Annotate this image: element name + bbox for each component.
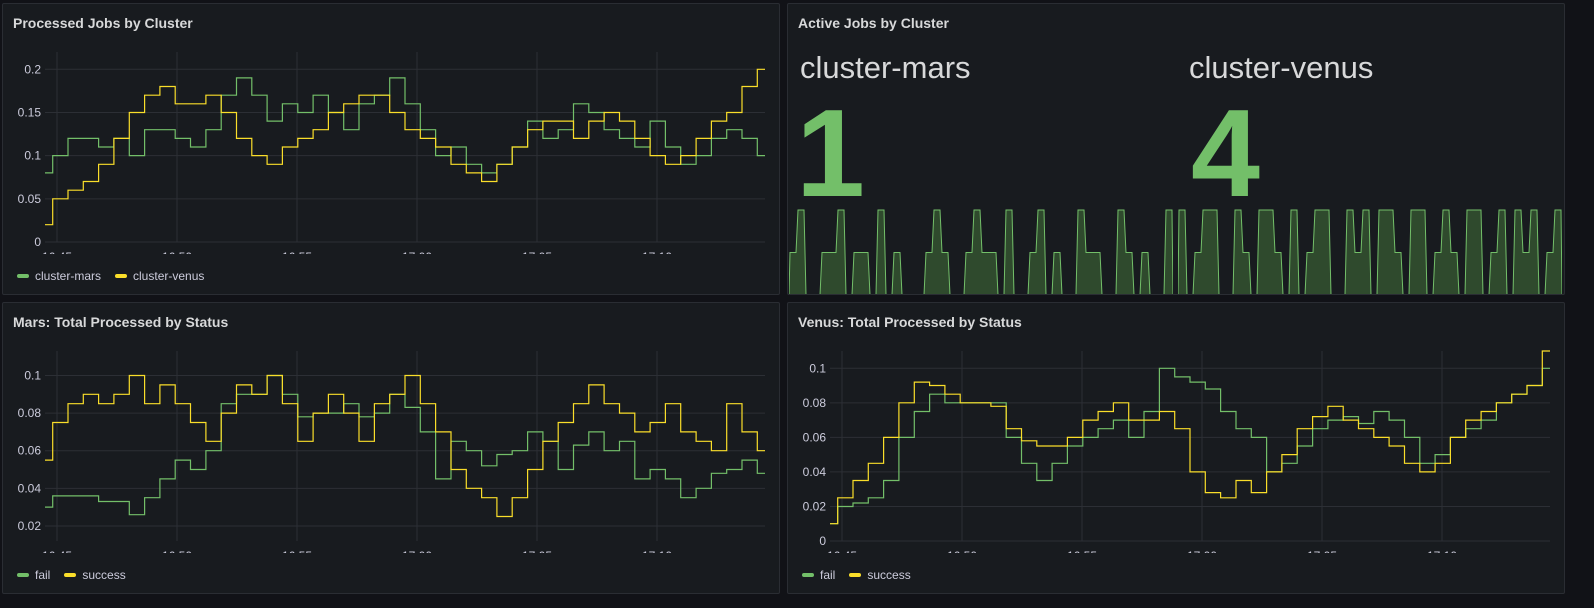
x-tick-label: 16:55 (282, 549, 312, 553)
stat-name-venus: cluster-venus (1189, 50, 1374, 85)
sparkline-area (1178, 209, 1562, 294)
legend-swatch-green (802, 573, 814, 577)
x-tick-label: 16:50 (947, 549, 977, 553)
panel-active-jobs: Active Jobs by Cluster cluster-mars 1 cl… (787, 3, 1565, 295)
y-tick-label: 0.1 (24, 149, 41, 163)
legend-label: cluster-mars (35, 269, 102, 283)
x-tick-label: 17:10 (642, 250, 672, 254)
x-tick-label: 16:50 (162, 549, 192, 553)
x-tick-label: 17:10 (642, 549, 672, 553)
panel-processed-jobs: Processed Jobs by Cluster 0 0.05 0.1 0.15 0.… (2, 3, 780, 295)
legend: cluster-mars cluster-venus (17, 269, 204, 283)
x-tick-label: 16:45 (42, 549, 72, 553)
y-tick-label: 0.02 (803, 499, 827, 513)
legend-item-success[interactable]: success (64, 568, 126, 582)
y-tick-label: 0.06 (18, 444, 42, 458)
x-tick-label: 17:05 (522, 549, 552, 553)
y-tick-label: 0.04 (803, 465, 827, 479)
x-tick-label: 17:05 (1307, 549, 1337, 553)
x-tick-label: 16:45 (42, 250, 72, 254)
y-tick-label: 0.1 (24, 368, 41, 382)
x-tick-label: 16:55 (282, 250, 312, 254)
y-tick-label: 0.2 (24, 62, 41, 76)
chart-venus[interactable]: 0 0.02 0.04 0.06 0.08 0.1 16:45 16:50 16:55 17:00… (788, 303, 1565, 553)
legend-swatch-green (17, 274, 29, 278)
panel-mars-status: Mars: Total Processed by Status 0.02 0.04… (2, 302, 780, 594)
stat-value-mars: 1 (796, 85, 865, 223)
legend: fail success (17, 568, 126, 582)
chart-mars[interactable]: 0.02 0.04 0.06 0.08 0.1 16:45 16:50 16:55 17:00 1… (3, 303, 780, 553)
y-tick-label: 0 (34, 235, 41, 249)
legend-item-cluster-venus[interactable]: cluster-venus (115, 269, 204, 283)
y-tick-label: 0.08 (18, 406, 42, 420)
x-tick-label: 17:10 (1427, 549, 1457, 553)
legend-swatch-green (17, 573, 29, 577)
y-tick-label: 0.1 (809, 361, 826, 375)
legend-label: cluster-venus (133, 269, 205, 283)
x-tick-label: 16:45 (827, 549, 857, 553)
y-tick-label: 0.02 (18, 519, 42, 533)
legend-item-fail[interactable]: fail (802, 568, 835, 582)
panel-venus-status: Venus: Total Processed by Status 0 0.02 0.… (787, 302, 1565, 594)
legend-swatch-yellow (64, 573, 77, 577)
x-tick-label: 16:55 (1067, 549, 1097, 553)
y-tick-label: 0.08 (803, 396, 827, 410)
y-tick-label: 0.05 (18, 192, 42, 206)
y-tick-label: 0 (819, 534, 826, 548)
legend-label: fail (35, 568, 51, 582)
legend-item-cluster-mars[interactable]: cluster-mars (17, 269, 101, 283)
x-tick-label: 16:50 (162, 250, 192, 254)
sparkline-mars (789, 209, 1173, 294)
x-tick-label: 17:00 (402, 549, 432, 553)
y-tick-label: 0.15 (18, 105, 42, 119)
legend-swatch-yellow (115, 274, 128, 278)
legend: fail success (802, 568, 911, 582)
y-tick-label: 0.06 (803, 430, 827, 444)
chart-processed[interactable]: 0 0.05 0.1 0.15 0.2 16:45 16:50 16:55 17:00 17:05… (3, 4, 780, 254)
legend-swatch-yellow (849, 573, 862, 577)
legend-item-fail[interactable]: fail (17, 568, 50, 582)
legend-item-success[interactable]: success (849, 568, 911, 582)
x-tick-label: 17:00 (1187, 549, 1217, 553)
sparkline-area (789, 209, 1173, 294)
stat-value-venus: 4 (1191, 85, 1260, 223)
sparkline-venus (1178, 209, 1562, 294)
legend-label: success (82, 568, 126, 582)
legend-label: success (867, 568, 911, 582)
stat-name-mars: cluster-mars (800, 50, 971, 85)
panel-title[interactable]: Active Jobs by Cluster (798, 15, 949, 31)
legend-label: fail (820, 568, 836, 582)
x-tick-label: 17:00 (402, 250, 432, 254)
x-tick-label: 17:05 (522, 250, 552, 254)
y-tick-label: 0.04 (18, 481, 42, 495)
